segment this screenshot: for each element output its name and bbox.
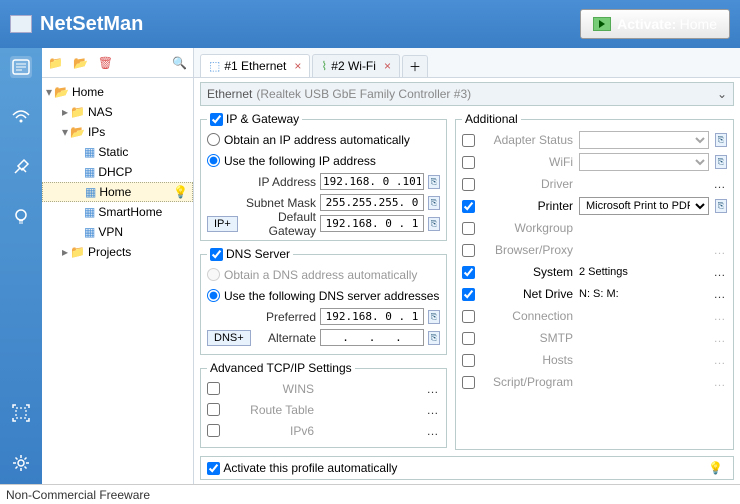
subnet-mask-input[interactable] <box>320 194 424 211</box>
activate-button[interactable]: Activate: Home <box>580 9 730 39</box>
wins-more[interactable]: … <box>426 382 440 396</box>
ip-gateway-group: IP & Gateway Obtain an IP address automa… <box>200 112 447 241</box>
tree-node-smarthome[interactable]: ▦SmartHome <box>42 202 193 222</box>
tab-wifi[interactable]: ⌇#2 Wi-Fi× <box>312 54 400 77</box>
advanced-group: Advanced TCP/IP Settings WINS… Route Tab… <box>200 361 447 448</box>
app-title: NetSetMan <box>40 13 143 36</box>
bulb-icon[interactable]: 💡 <box>708 461 723 475</box>
tab-add[interactable]: ＋ <box>402 55 428 77</box>
wins-check[interactable] <box>207 382 220 395</box>
dns-alt-input[interactable] <box>320 329 424 346</box>
ip-address-input[interactable] <box>320 173 424 190</box>
plus-icon: ＋ <box>409 58 421 75</box>
gw-extra-button[interactable]: ⎘ <box>428 217 440 231</box>
activate-auto-row: Activate this profile automatically 💡 <box>200 456 734 480</box>
ethernet-icon: ⬚ <box>209 59 220 73</box>
workgroup-check[interactable] <box>462 222 475 235</box>
dns-pref-extra-button[interactable]: ⎘ <box>428 310 440 324</box>
close-icon: × <box>384 59 391 73</box>
wifi-check[interactable] <box>462 156 475 169</box>
nav-settings-icon[interactable] <box>10 452 32 474</box>
dns-plus-button[interactable]: DNS+ <box>207 330 251 346</box>
tree-node-vpn[interactable]: ▦VPN <box>42 222 193 242</box>
nic-tabs: ⬚#1 Ethernet× ⌇#2 Wi-Fi× ＋ <box>194 48 740 78</box>
tree-node-dhcp[interactable]: ▦DHCP <box>42 162 193 182</box>
adapter-check[interactable] <box>462 134 475 147</box>
nav-idea-icon[interactable] <box>10 206 32 228</box>
activate-auto-check[interactable] <box>207 462 220 475</box>
wifi-extra[interactable]: ⎘ <box>715 155 727 169</box>
nic-selector[interactable]: Ethernet(Realtek USB GbE Family Controll… <box>200 82 734 106</box>
wifi-icon: ⌇ <box>321 59 327 73</box>
ip-gw-check[interactable] <box>210 113 223 126</box>
adapter-select <box>579 131 709 149</box>
tree-node-static[interactable]: ▦Static <box>42 142 193 162</box>
hosts-check[interactable] <box>462 354 475 367</box>
gateway-input[interactable] <box>320 215 424 232</box>
ip-auto-radio[interactable] <box>207 133 220 146</box>
connection-check[interactable] <box>462 310 475 323</box>
dns-auto-radio <box>207 268 220 281</box>
status-bar: Non-Commercial Freeware <box>0 484 740 504</box>
content-panel: ⬚#1 Ethernet× ⌇#2 Wi-Fi× ＋ Ethernet(Real… <box>194 48 740 484</box>
dns-alt-extra-button[interactable]: ⎘ <box>428 331 440 345</box>
dns-manual-radio[interactable] <box>207 289 220 302</box>
system-check[interactable] <box>462 266 475 279</box>
tree-add-icon[interactable]: 📁 <box>48 56 63 70</box>
netdrive-check[interactable] <box>462 288 475 301</box>
route-more[interactable]: … <box>426 403 440 417</box>
dns-pref-input[interactable] <box>320 308 424 325</box>
adapter-extra[interactable]: ⎘ <box>715 133 727 147</box>
tab-ethernet[interactable]: ⬚#1 Ethernet× <box>200 54 310 77</box>
proxy-check[interactable] <box>462 244 475 257</box>
ipv6-check[interactable] <box>207 424 220 437</box>
hosts-more[interactable]: … <box>713 353 727 367</box>
dns-group: DNS Server Obtain a DNS address automati… <box>200 247 447 355</box>
nav-profiles-icon[interactable] <box>10 56 32 78</box>
ip-extra-button[interactable]: ⎘ <box>428 175 440 189</box>
tree-search-icon[interactable]: 🔍 <box>172 56 187 70</box>
tree-node-ips[interactable]: ▾📂IPs <box>42 122 193 142</box>
smtp-more[interactable]: … <box>713 331 727 345</box>
tree-node-nas[interactable]: ▸📁NAS <box>42 102 193 122</box>
nav-fullscreen-icon[interactable] <box>10 402 32 424</box>
play-icon <box>593 17 611 31</box>
tree-panel: 📁 📂 🗑 🔍 ▾📂Home ▸📁NAS ▾📂IPs ▦Static ▦DHCP… <box>42 48 194 484</box>
connection-more[interactable]: … <box>713 309 727 323</box>
script-more[interactable]: … <box>713 375 727 389</box>
tree-toolbar: 📁 📂 🗑 🔍 <box>42 48 193 78</box>
tree-delete-icon[interactable]: 🗑 <box>98 56 113 70</box>
ip-manual-radio[interactable] <box>207 154 220 167</box>
nav-tools-icon[interactable] <box>10 156 32 178</box>
ip-plus-button[interactable]: IP+ <box>207 216 238 232</box>
close-icon: × <box>294 59 301 73</box>
printer-extra[interactable]: ⎘ <box>715 199 727 213</box>
printer-check[interactable] <box>462 200 475 213</box>
wifi-select <box>579 153 709 171</box>
printer-select[interactable]: Microsoft Print to PDF <box>579 197 709 215</box>
dns-check[interactable] <box>210 248 223 261</box>
system-more[interactable]: … <box>713 265 727 279</box>
netdrive-more[interactable]: … <box>713 287 727 301</box>
chevron-down-icon: ⌄ <box>717 87 727 101</box>
mask-extra-button[interactable]: ⎘ <box>428 196 440 210</box>
additional-group: Additional Adapter Status⎘ WiFi⎘ Driver…… <box>455 112 734 450</box>
proxy-more[interactable]: … <box>713 243 727 257</box>
bulb-icon: 💡 <box>173 185 188 199</box>
tree-node-home-root[interactable]: ▾📂Home <box>42 82 193 102</box>
driver-check[interactable] <box>462 178 475 191</box>
driver-more[interactable]: … <box>713 177 727 191</box>
nav-wifi-icon[interactable] <box>10 106 32 128</box>
ipv6-more[interactable]: … <box>426 424 440 438</box>
tree-addchild-icon[interactable]: 📂 <box>73 56 88 70</box>
title-bar: NetSetMan Activate: Home <box>0 0 740 48</box>
smtp-check[interactable] <box>462 332 475 345</box>
profile-tree: ▾📂Home ▸📁NAS ▾📂IPs ▦Static ▦DHCP ▦Home💡 … <box>42 78 193 484</box>
tree-node-projects[interactable]: ▸📁Projects <box>42 242 193 262</box>
tree-node-home[interactable]: ▦Home💡 <box>42 182 193 202</box>
route-check[interactable] <box>207 403 220 416</box>
script-check[interactable] <box>462 376 475 389</box>
left-nav <box>0 48 42 484</box>
app-logo-icon <box>10 15 32 33</box>
